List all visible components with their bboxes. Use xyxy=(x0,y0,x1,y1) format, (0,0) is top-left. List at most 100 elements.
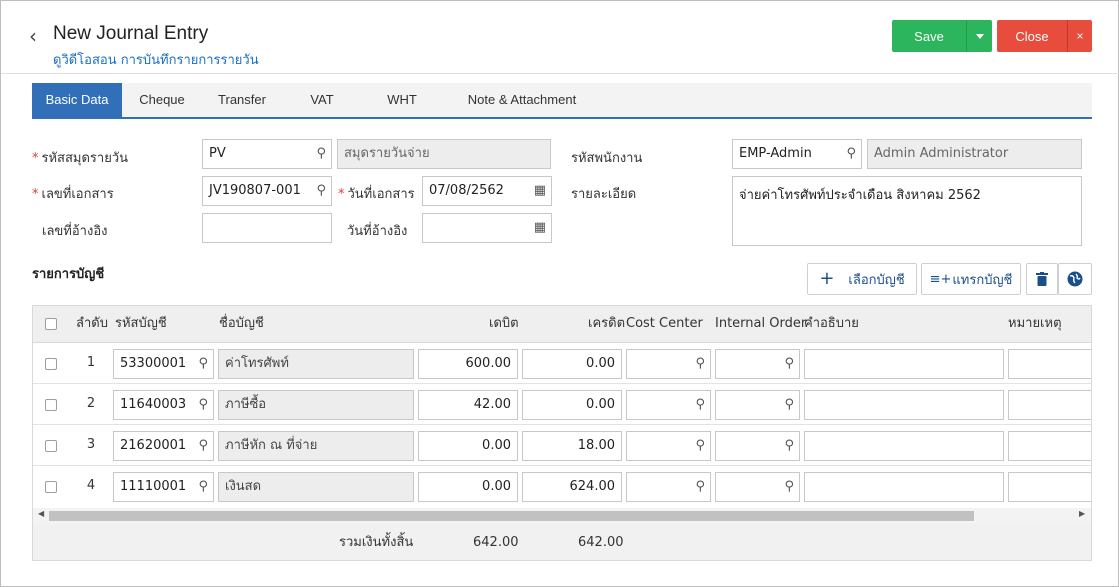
select-all-checkbox[interactable] xyxy=(45,318,57,330)
close-button[interactable]: Close xyxy=(997,20,1067,52)
debit-input[interactable]: 42.00 xyxy=(418,390,518,420)
description-input[interactable] xyxy=(804,390,1004,420)
search-icon[interactable]: ⚲ xyxy=(846,140,856,168)
internal-order-input[interactable]: ⚲ xyxy=(715,390,800,420)
search-icon[interactable]: ⚲ xyxy=(784,391,794,419)
col-remark: หมายเหตุ xyxy=(1008,316,1062,331)
detail-textarea[interactable]: จ่ายค่าโทรศัพท์ประจำเดือน สิงหาคม 2562 xyxy=(732,176,1082,246)
ref-no-label: เลขที่อ้างอิง xyxy=(42,224,108,239)
search-icon[interactable]: ⚲ xyxy=(198,350,208,378)
search-icon[interactable]: ⚲ xyxy=(784,432,794,460)
credit-input[interactable]: 0.00 xyxy=(522,390,622,420)
search-icon[interactable]: ⚲ xyxy=(695,350,705,378)
col-debit: เดบิต xyxy=(489,316,519,331)
header-divider xyxy=(1,73,1119,74)
remark-input[interactable] xyxy=(1008,431,1091,461)
internal-order-input[interactable]: ⚲ xyxy=(715,349,800,379)
search-icon[interactable]: ⚲ xyxy=(695,391,705,419)
internal-order-input[interactable]: ⚲ xyxy=(715,472,800,502)
scroll-right-arrow-icon[interactable]: ▶ xyxy=(1079,509,1085,518)
account-code-input[interactable]: 11640003 ⚲ xyxy=(113,390,214,420)
window-frame: ‹ New Journal Entry ดูวิดีโอสอน การบันทึ… xyxy=(0,0,1119,587)
credit-input[interactable]: 624.00 xyxy=(522,472,622,502)
col-no: ลำดับ xyxy=(76,316,108,331)
search-icon[interactable]: ⚲ xyxy=(695,473,705,501)
scrollbar-thumb[interactable] xyxy=(49,511,974,521)
employee-code-input[interactable]: EMP-Admin ⚲ xyxy=(732,139,862,169)
debit-input[interactable]: 0.00 xyxy=(418,472,518,502)
credit-input[interactable]: 0.00 xyxy=(522,349,622,379)
accounts-section-title: รายการบัญชี xyxy=(32,267,105,282)
row-checkbox[interactable] xyxy=(45,440,57,452)
cost-center-input[interactable]: ⚲ xyxy=(626,472,711,502)
search-icon[interactable]: ⚲ xyxy=(695,432,705,460)
caret-down-icon xyxy=(975,33,984,39)
credit-input[interactable]: 18.00 xyxy=(522,431,622,461)
doc-date-input[interactable]: 07/08/2562 ▦ xyxy=(422,176,552,206)
description-input[interactable] xyxy=(804,349,1004,379)
cost-center-input[interactable]: ⚲ xyxy=(626,349,711,379)
ref-date-input[interactable]: ▦ xyxy=(422,213,552,243)
tab-vat[interactable]: VAT xyxy=(300,83,344,117)
remark-input[interactable] xyxy=(1008,472,1091,502)
col-account-name: ชื่อบัญชี xyxy=(219,316,264,331)
calendar-icon[interactable]: ▦ xyxy=(534,214,546,242)
search-icon[interactable]: ⚲ xyxy=(198,391,208,419)
save-dropdown-button[interactable] xyxy=(966,20,992,52)
search-icon[interactable]: ⚲ xyxy=(316,140,326,168)
search-icon[interactable]: ⚲ xyxy=(784,473,794,501)
description-input[interactable] xyxy=(804,431,1004,461)
account-name-field: เงินสด xyxy=(218,472,414,502)
plus-icon: + xyxy=(819,268,835,289)
tab-basic-data[interactable]: Basic Data xyxy=(32,83,122,117)
account-code-input[interactable]: 53300001 ⚲ xyxy=(113,349,214,379)
remark-input[interactable] xyxy=(1008,349,1091,379)
cost-center-input[interactable]: ⚲ xyxy=(626,431,711,461)
debit-input[interactable]: 600.00 xyxy=(418,349,518,379)
search-icon[interactable]: ⚲ xyxy=(316,177,326,205)
search-icon[interactable]: ⚲ xyxy=(198,432,208,460)
horizontal-scrollbar[interactable]: ◀ ▶ xyxy=(33,508,1091,524)
insert-account-button[interactable]: ≡+ แทรกบัญชี xyxy=(921,263,1021,295)
row-checkbox[interactable] xyxy=(45,399,57,411)
save-button[interactable]: Save xyxy=(892,20,966,52)
close-x-icon[interactable]: × xyxy=(1067,20,1092,52)
tab-cheque[interactable]: Cheque xyxy=(128,83,196,117)
account-code-input[interactable]: 21620001 ⚲ xyxy=(113,431,214,461)
col-description: คำอธิบาย xyxy=(804,316,859,331)
tutorial-link[interactable]: ดูวิดีโอสอน การบันทึกรายการรายวัน xyxy=(53,49,259,70)
back-arrow-icon[interactable]: ‹ xyxy=(29,24,37,48)
doc-no-input[interactable]: JV190807-001 ⚲ xyxy=(202,176,332,206)
select-account-button[interactable]: + เลือกบัญชี xyxy=(807,263,917,295)
row-checkbox[interactable] xyxy=(45,481,57,493)
description-input[interactable] xyxy=(804,472,1004,502)
search-icon[interactable]: ⚲ xyxy=(784,350,794,378)
internal-order-input[interactable]: ⚲ xyxy=(715,431,800,461)
row-number: 1 xyxy=(86,355,96,370)
language-button[interactable] xyxy=(1058,263,1092,295)
list-plus-icon: ≡+ xyxy=(929,271,952,287)
search-icon[interactable]: ⚲ xyxy=(198,473,208,501)
row-checkbox[interactable] xyxy=(45,358,57,370)
journal-code-input[interactable]: PV ⚲ xyxy=(202,139,332,169)
ref-no-input[interactable] xyxy=(202,213,332,243)
globe-icon xyxy=(1067,271,1083,287)
total-debit: 642.00 xyxy=(473,535,519,550)
account-code-input[interactable]: 11110001 ⚲ xyxy=(113,472,214,502)
tab-transfer[interactable]: Transfer xyxy=(206,83,278,117)
calendar-icon[interactable]: ▦ xyxy=(534,177,546,205)
tab-wht[interactable]: WHT xyxy=(378,83,426,117)
scroll-left-arrow-icon[interactable]: ◀ xyxy=(38,509,44,518)
debit-input[interactable]: 0.00 xyxy=(418,431,518,461)
delete-button[interactable] xyxy=(1026,263,1058,295)
table-row: 4 11110001 ⚲ เงินสด 0.00 624.00 ⚲ ⚲ xyxy=(33,466,1091,507)
account-name-field: ภาษีหัก ณ ที่จ่าย xyxy=(218,431,414,461)
col-credit: เครดิต xyxy=(588,316,626,331)
remark-input[interactable] xyxy=(1008,390,1091,420)
account-name-field: ค่าโทรศัพท์ xyxy=(218,349,414,379)
tab-note-attachment[interactable]: Note & Attachment xyxy=(452,83,592,117)
row-number: 2 xyxy=(86,396,96,411)
row-number: 3 xyxy=(86,437,96,452)
cost-center-input[interactable]: ⚲ xyxy=(626,390,711,420)
grid-header: ลำดับ รหัสบัญชี ชื่อบัญชี เดบิต เครดิต C… xyxy=(33,306,1091,343)
